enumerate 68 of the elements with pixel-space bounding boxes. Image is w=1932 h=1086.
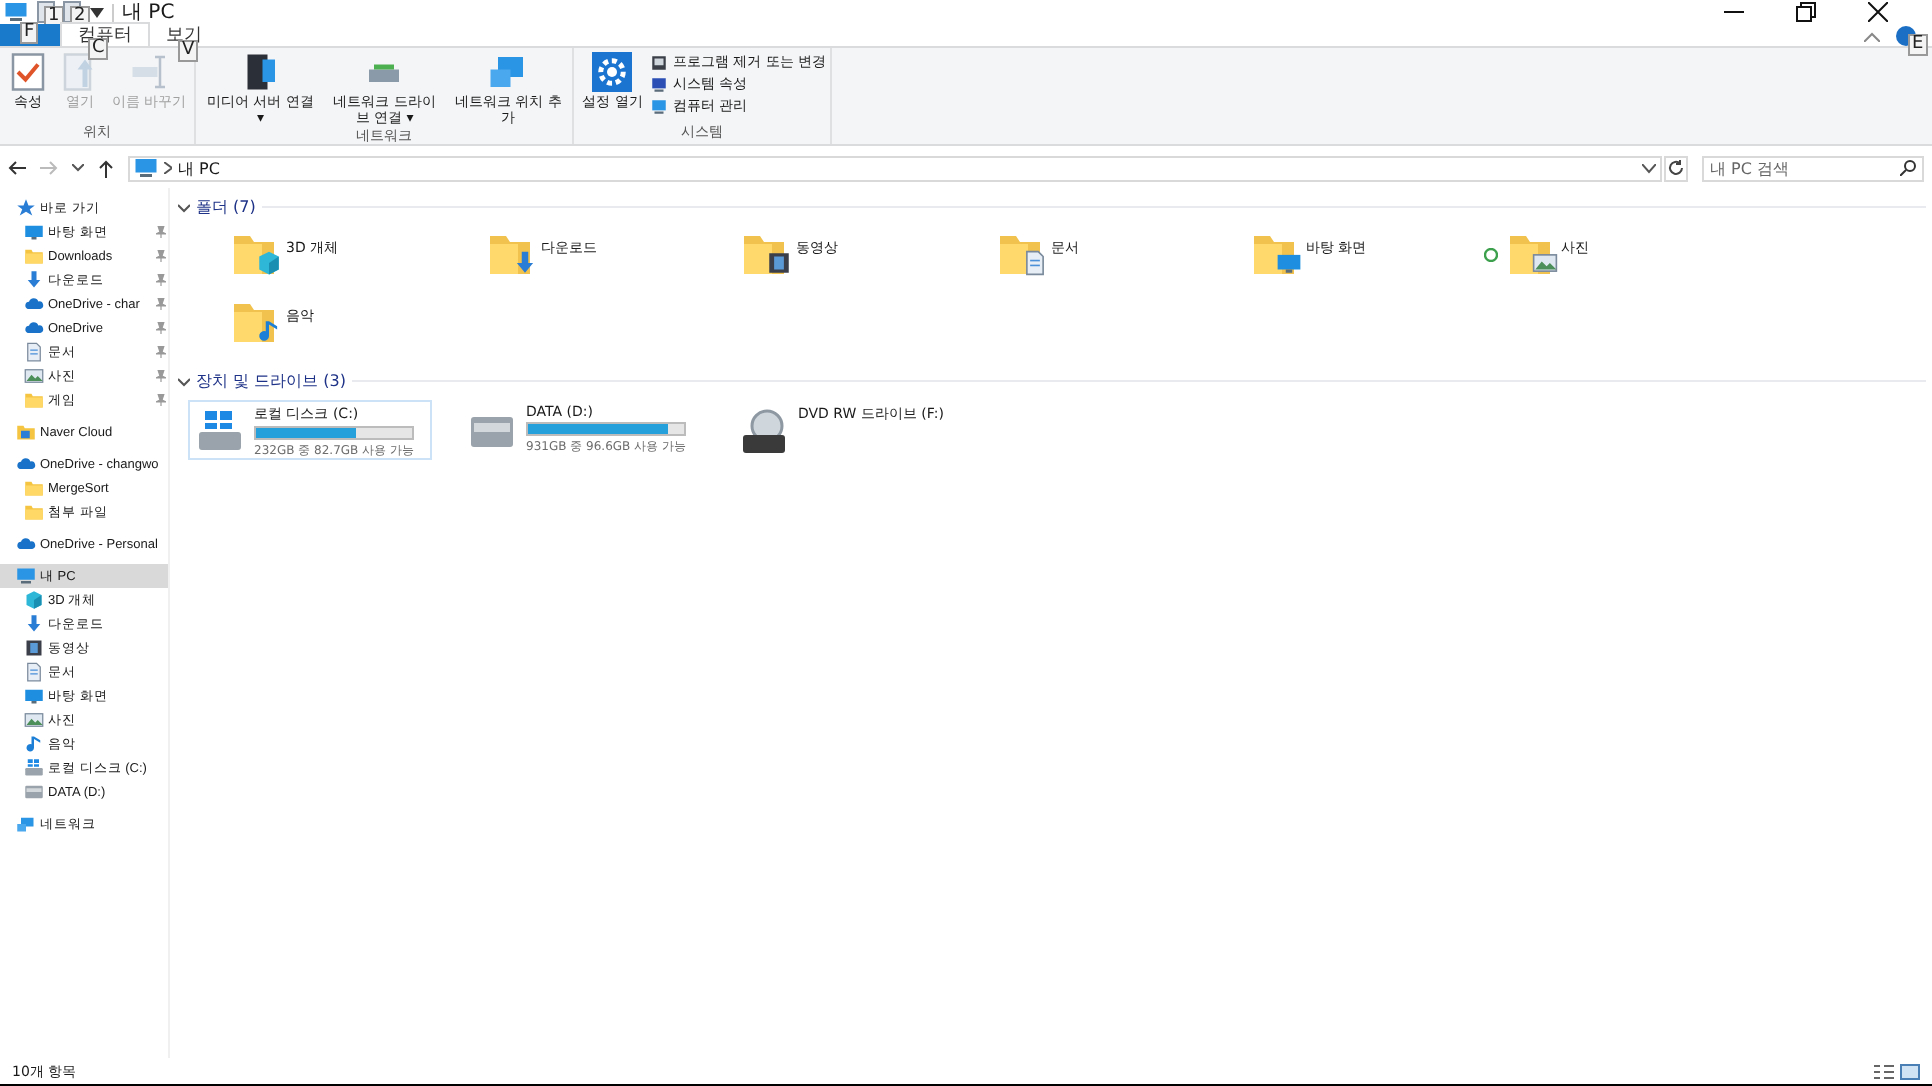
collapse-icon[interactable] <box>1864 31 1880 41</box>
cloud-icon <box>16 534 36 554</box>
chevron-down-icon[interactable] <box>178 201 190 213</box>
keytip: E <box>1908 34 1928 56</box>
folder-icon <box>487 232 531 276</box>
back-icon[interactable] <box>8 160 26 176</box>
section-heading[interactable]: 폴더 (7) <box>196 196 256 218</box>
drive-icon <box>24 782 44 802</box>
monitor-icon <box>24 686 44 706</box>
ribbon-tab[interactable]: 보기 <box>150 24 218 46</box>
document-icon <box>24 342 44 362</box>
music-note-icon <box>24 734 44 754</box>
computer-icon <box>650 75 669 93</box>
refresh-icon <box>1668 160 1684 176</box>
folder-icon <box>232 300 276 344</box>
disc-drive-icon <box>740 408 788 456</box>
music-note-icon <box>256 318 282 344</box>
drive-icon <box>196 408 244 456</box>
folder-icon <box>24 502 44 522</box>
large-icons-view-icon[interactable] <box>1900 1063 1920 1079</box>
details-view-icon[interactable] <box>1874 1063 1894 1079</box>
search-field[interactable]: 내 PC 검색 <box>1702 155 1924 181</box>
section-heading[interactable]: 장치 및 드라이브 (3) <box>196 370 346 392</box>
network-icon <box>16 814 36 834</box>
folder-icon <box>24 390 44 410</box>
dropdown-icon[interactable] <box>90 7 104 17</box>
film-icon <box>766 250 792 276</box>
folder-icon <box>24 478 44 498</box>
document-icon <box>24 662 44 682</box>
program-icon <box>650 53 669 71</box>
picture-icon <box>24 366 44 386</box>
chevron-icon <box>164 162 172 174</box>
cube-icon <box>256 250 282 276</box>
dropdown-icon[interactable] <box>1642 163 1656 173</box>
computer-icon <box>650 97 669 115</box>
drive-icon <box>24 758 44 778</box>
monitor-icon <box>1276 250 1302 276</box>
computer-icon <box>134 156 158 180</box>
cloud-icon <box>16 454 36 474</box>
keytip: C <box>88 38 109 60</box>
film-icon <box>24 638 44 658</box>
dropdown-icon[interactable] <box>72 164 84 172</box>
search-icon[interactable] <box>1900 159 1916 175</box>
refresh-button[interactable] <box>1664 155 1688 181</box>
address-field[interactable]: 내 PC <box>128 155 1662 181</box>
cube-icon <box>24 590 44 610</box>
computer-icon <box>16 566 36 586</box>
down-arrow-icon <box>24 614 44 634</box>
folder-icon <box>16 422 36 442</box>
breadcrumb[interactable]: 내 PC <box>178 157 220 179</box>
down-arrow-icon <box>511 250 537 276</box>
monitor-icon <box>24 222 44 242</box>
picture-icon <box>24 710 44 730</box>
star-icon <box>16 198 36 218</box>
keytip: V <box>178 40 199 62</box>
down-arrow-icon <box>24 270 44 290</box>
computer-icon <box>4 0 28 24</box>
rename-icon <box>129 52 170 92</box>
chevron-down-icon[interactable] <box>178 375 190 387</box>
folder-icon <box>24 246 44 266</box>
restore-icon[interactable] <box>1796 2 1816 22</box>
close-icon[interactable] <box>1868 2 1888 22</box>
keytip: F <box>20 22 39 44</box>
file-tab[interactable]: F <box>0 24 60 46</box>
network-icon <box>488 52 529 92</box>
picture-icon <box>1531 250 1557 276</box>
up-icon[interactable] <box>98 159 114 177</box>
window-title: 내 PC <box>122 0 175 26</box>
